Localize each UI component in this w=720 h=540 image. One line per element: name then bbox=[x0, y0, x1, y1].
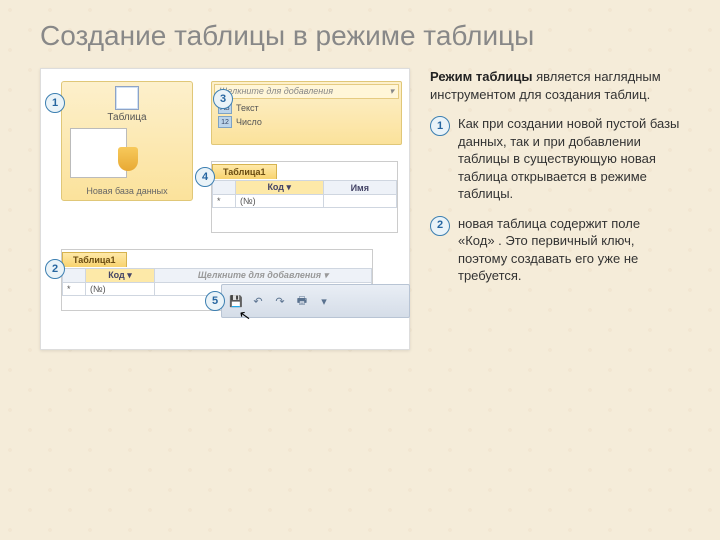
number-type-icon: 12 bbox=[218, 116, 232, 128]
row-selector-header bbox=[213, 181, 236, 195]
table-icon bbox=[115, 86, 139, 110]
callout-3: 3 bbox=[213, 89, 233, 109]
col-add-header: Щелкните для добавления ▾ bbox=[155, 269, 372, 283]
datatype-option-text: АБ Текст bbox=[214, 101, 399, 115]
blank-db-caption: Новая база данных bbox=[62, 186, 192, 196]
col-id-header: Код ▾ bbox=[236, 181, 324, 195]
datasheet-small: Код ▾ Имя * (№) bbox=[212, 180, 397, 208]
panel-template-card: Таблица Новая база данных bbox=[61, 81, 193, 201]
print-icon: 🖶 bbox=[294, 293, 310, 309]
table-tab-wide: Таблица1 bbox=[62, 252, 127, 267]
new-row-marker: * bbox=[63, 283, 86, 296]
datatype-option-number: 12 Число bbox=[214, 115, 399, 129]
table-tab: Таблица1 bbox=[212, 164, 277, 179]
callout-4: 4 bbox=[195, 167, 215, 187]
chevron-down-icon: ▾ bbox=[389, 86, 394, 97]
table-icon-label: Таблица bbox=[62, 112, 192, 123]
panel-table-small: Таблица1 Код ▾ Имя * (№) bbox=[211, 161, 398, 233]
row-selector-header bbox=[63, 269, 86, 283]
bullet-1-text: Как при создании новой пустой базы данны… bbox=[458, 115, 680, 203]
dropdown-icon: ▾ bbox=[316, 293, 332, 309]
bullet-2-badge: 2 bbox=[430, 216, 450, 236]
slide-title: Создание таблицы в режиме таблицы bbox=[40, 20, 680, 52]
autonumber-cell: (№) bbox=[236, 195, 324, 208]
empty-cell bbox=[323, 195, 396, 208]
bullet-2: 2 новая таблица содержит поле «Код» . Эт… bbox=[430, 215, 680, 285]
ribbon-datatype-header: Щелкните для добавления ▾ bbox=[214, 84, 399, 99]
text-type-label: Текст bbox=[236, 103, 259, 113]
panel-ribbon-datatypes: Щелкните для добавления ▾ АБ Текст 12 Чи… bbox=[211, 81, 402, 145]
callout-2: 2 bbox=[45, 259, 65, 279]
undo-icon: ↶ bbox=[250, 293, 266, 309]
redo-icon: ↷ bbox=[272, 293, 288, 309]
col-id-header: Код ▾ bbox=[86, 269, 155, 283]
ribbon-header-text: Щелкните для добавления bbox=[219, 86, 333, 97]
blank-db-icon bbox=[70, 128, 127, 178]
intro-bold: Режим таблицы bbox=[430, 69, 533, 84]
autonumber-cell: (№) bbox=[86, 283, 155, 296]
number-type-label: Число bbox=[236, 117, 262, 127]
callout-5: 5 bbox=[205, 291, 225, 311]
illustration-composite: 1 2 3 4 5 Таблица Новая база данных Щелк… bbox=[40, 68, 410, 350]
col-name-header: Имя bbox=[323, 181, 396, 195]
new-row-marker: * bbox=[213, 195, 236, 208]
bullet-1: 1 Как при создании новой пустой базы дан… bbox=[430, 115, 680, 203]
bullet-2-text: новая таблица содержит поле «Код» . Это … bbox=[458, 215, 680, 285]
callout-1: 1 bbox=[45, 93, 65, 113]
bullet-1-badge: 1 bbox=[430, 116, 450, 136]
intro-paragraph: Режим таблицы является наглядным инструм… bbox=[430, 68, 680, 103]
